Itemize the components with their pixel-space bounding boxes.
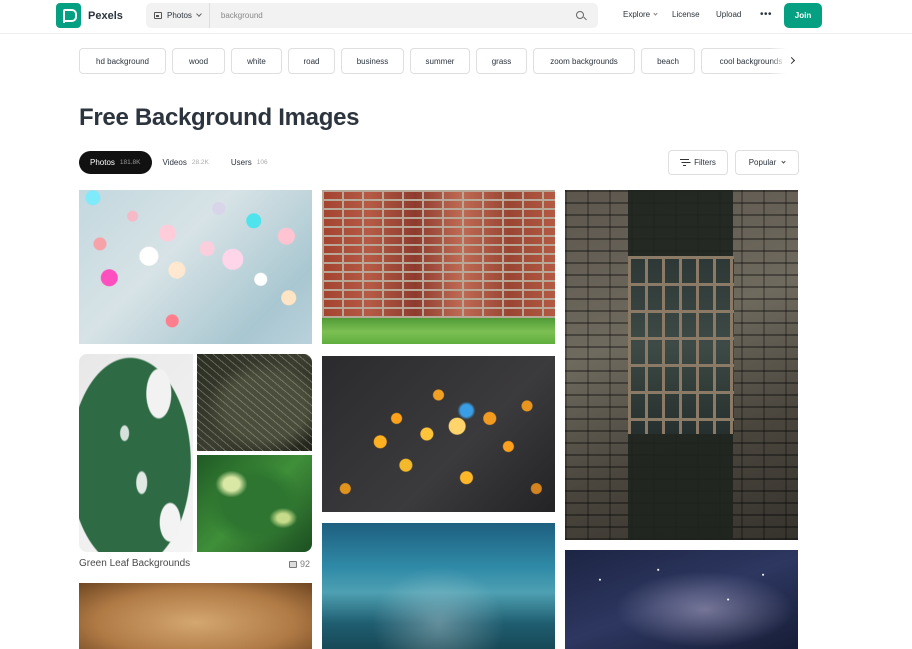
search-bar: Photos — [146, 3, 598, 28]
sort-dropdown[interactable]: Popular — [735, 150, 799, 175]
search-icon[interactable] — [570, 5, 592, 27]
upload-link[interactable]: Upload — [716, 10, 741, 19]
more-options-icon[interactable]: ••• — [760, 9, 772, 20]
tab-photos[interactable]: Photos 181.8K — [79, 151, 152, 174]
sort-label: Popular — [748, 158, 777, 167]
tag-chip[interactable]: hd background — [79, 48, 166, 74]
tag-chip[interactable]: business — [341, 48, 404, 74]
photo-parchment[interactable] — [79, 583, 312, 649]
license-link[interactable]: License — [672, 10, 700, 19]
filter-icon — [680, 159, 690, 167]
tag-chip[interactable]: grass — [476, 48, 527, 74]
collection-stack-icon — [289, 560, 297, 568]
filters-label: Filters — [694, 158, 716, 167]
related-tags-row: hd background wood white road business s… — [79, 48, 799, 74]
collection-photo-dark-leaf[interactable] — [197, 354, 312, 451]
top-navigation-bar: Pexels Photos Explore License Upload •••… — [0, 0, 912, 34]
photo-starry-sky[interactable] — [565, 550, 798, 649]
window-bars-detail — [628, 256, 734, 434]
tag-chip[interactable]: white — [231, 48, 282, 74]
brand-name: Pexels — [88, 9, 123, 22]
page-title: Free Background Images — [79, 104, 360, 131]
tag-chip[interactable]: beach — [641, 48, 695, 74]
photo-golden-bokeh[interactable] — [322, 356, 555, 512]
photo-pastel-bokeh[interactable] — [79, 190, 312, 344]
chevron-down-icon — [653, 10, 658, 16]
search-type-dropdown[interactable]: Photos — [146, 3, 210, 28]
filters-button[interactable]: Filters — [668, 150, 728, 175]
explore-menu[interactable]: Explore — [623, 10, 658, 19]
collection-title[interactable]: Green Leaf Backgrounds — [79, 558, 190, 569]
search-input[interactable] — [209, 3, 570, 28]
tag-chip[interactable]: wood — [172, 48, 225, 74]
tag-chip[interactable]: summer — [410, 48, 470, 74]
search-type-label: Photos — [167, 11, 192, 20]
tab-count: 28.2K — [191, 159, 209, 166]
photo-rainy-street[interactable] — [322, 523, 555, 649]
tab-videos[interactable]: Videos 28.2K — [152, 151, 220, 174]
tab-label: Users — [230, 158, 252, 167]
collection-count-value: 92 — [300, 559, 311, 569]
collection-count: 92 — [289, 559, 310, 569]
tag-chip[interactable]: zoom backgrounds — [533, 48, 635, 74]
collection-photo-green-leaves[interactable] — [197, 455, 312, 552]
tab-count: 181.8K — [119, 159, 141, 166]
chevron-down-icon — [196, 11, 202, 17]
pexels-logo-icon — [56, 3, 81, 28]
media-type-tabs: Photos 181.8K Videos 28.2K Users 106 — [79, 151, 279, 174]
collection-photo-monstera[interactable] — [79, 354, 193, 552]
join-button[interactable]: Join — [784, 3, 822, 28]
photo-icon — [154, 12, 162, 19]
tab-label: Photos — [90, 158, 115, 167]
photo-brick-wall-grass[interactable] — [322, 190, 555, 344]
chevron-right-icon[interactable] — [787, 54, 799, 68]
tab-count: 106 — [256, 159, 268, 166]
explore-label: Explore — [623, 10, 651, 19]
chevron-down-icon — [781, 158, 786, 164]
tab-label: Videos — [162, 158, 187, 167]
tab-users[interactable]: Users 106 — [220, 151, 279, 174]
tag-chip[interactable]: road — [288, 48, 335, 74]
pexels-logo[interactable]: Pexels — [56, 3, 123, 28]
